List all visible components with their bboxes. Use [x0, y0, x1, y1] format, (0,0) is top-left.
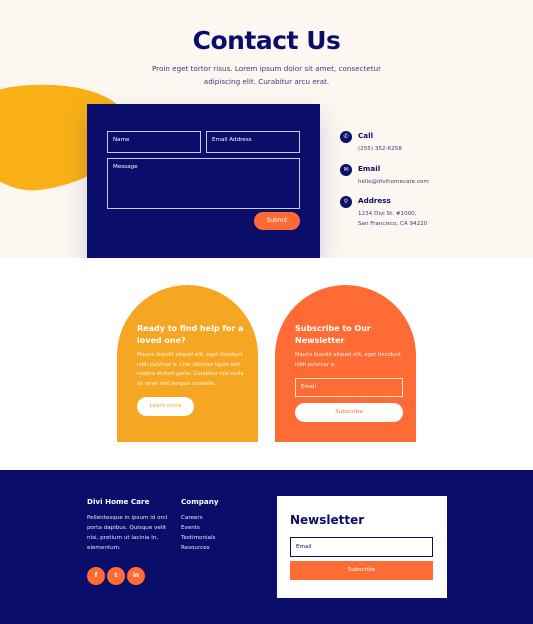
footer-link-resources[interactable]: Resources: [181, 543, 215, 553]
footer-company-title: Company: [181, 497, 219, 506]
linkedin-icon[interactable]: in: [127, 567, 145, 585]
subscribe-email-input[interactable]: Email: [295, 378, 403, 397]
info-text: 1234 Divi St. #1000, San Francisco, CA 9…: [358, 209, 427, 229]
subscribe-card-title: Subscribe to Our Newsletter: [295, 324, 371, 345]
info-text[interactable]: hello@divihomecare.com: [358, 177, 429, 187]
address-line-1: 1234 Divi St. #1000,: [358, 211, 417, 217]
subscribe-button[interactable]: Subscribe: [295, 403, 403, 422]
submit-button[interactable]: Submit: [254, 212, 300, 230]
contact-intro: Proin eget tortor risus. Lorem ipsum dol…: [151, 64, 382, 86]
learn-more-button[interactable]: Learn more: [137, 397, 194, 416]
email-input[interactable]: Email Address: [206, 131, 300, 153]
envelope-icon: ✉: [340, 164, 352, 176]
newsletter-email-input[interactable]: Email: [290, 537, 433, 557]
subscribe-card-text: Mauris blandit aliquet elit, eget tincid…: [295, 352, 401, 368]
twitter-icon[interactable]: t: [107, 567, 125, 585]
help-card-title: Ready to find help for a loved one?: [137, 324, 244, 345]
footer-link-careers[interactable]: Careers: [181, 513, 215, 523]
info-text[interactable]: (255) 352-6258: [358, 144, 402, 154]
help-card: Ready to find help for a loved one? Maur…: [117, 285, 258, 442]
footer-link-testimonials[interactable]: Testimonials: [181, 533, 215, 543]
contact-form: Name Email Address Message Submit: [87, 104, 320, 258]
footer-links: Careers Events Testimonials Resources: [181, 513, 215, 553]
help-card-text: Mauris blandit aliquet elit, eget tincid…: [137, 352, 244, 387]
phone-icon: ✆: [340, 131, 352, 143]
footer-brand-title: Divi Home Care: [87, 497, 150, 506]
info-title: Call: [358, 131, 374, 140]
page-title: Contact Us: [192, 26, 341, 55]
name-input[interactable]: Name: [107, 131, 201, 153]
info-title: Email: [358, 164, 381, 173]
footer-about: Pellentesque in ipsum id orci porta dapi…: [87, 515, 168, 551]
info-title: Address: [358, 196, 391, 205]
newsletter-subscribe-button[interactable]: Subscribe: [290, 561, 433, 580]
map-pin-icon: ⚲: [340, 196, 352, 208]
newsletter-title: Newsletter: [290, 513, 365, 527]
subscribe-card: Subscribe to Our Newsletter Mauris bland…: [275, 285, 416, 442]
contact-section: Contact Us Proin eget tortor risus. Lore…: [0, 0, 533, 258]
footer-link-events[interactable]: Events: [181, 523, 215, 533]
newsletter-card: Newsletter Email Subscribe: [277, 496, 447, 598]
facebook-icon[interactable]: f: [87, 567, 105, 585]
message-textarea[interactable]: Message: [107, 158, 300, 209]
address-line-2: San Francisco, CA 94220: [358, 221, 428, 227]
footer: Divi Home Care Pellentesque in ipsum id …: [0, 470, 533, 624]
